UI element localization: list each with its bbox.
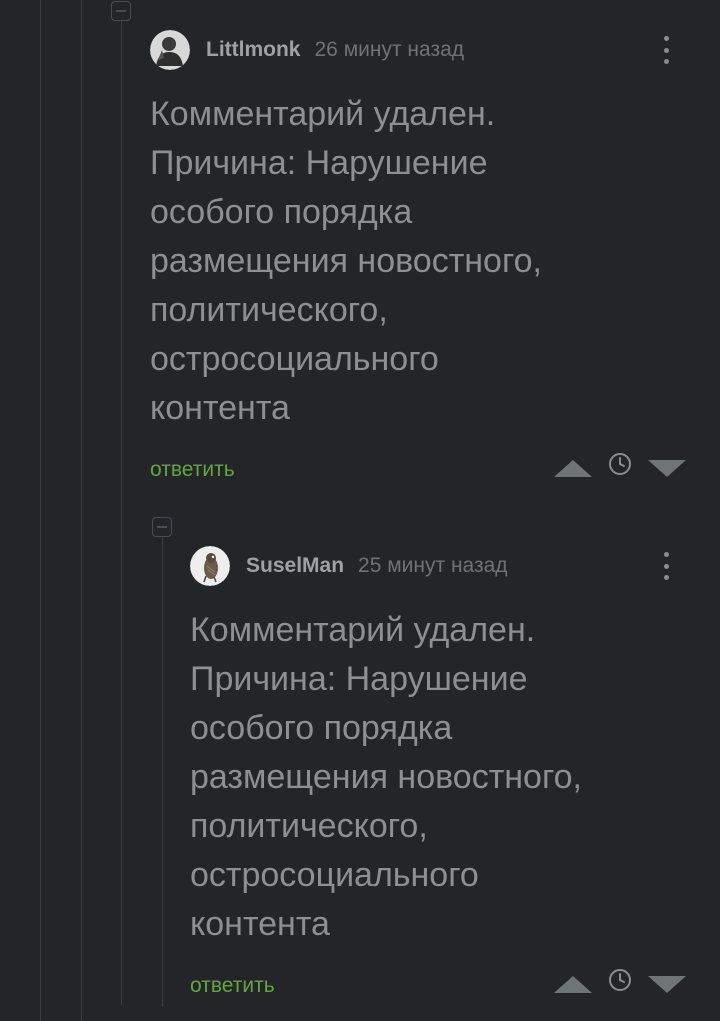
comment-actions (554, 452, 694, 486)
thread-line (121, 20, 122, 1005)
timestamp: 25 минут назад (358, 554, 508, 577)
thread-line (81, 0, 82, 1021)
username[interactable]: Littlmonk (206, 38, 301, 62)
thread-line (40, 0, 41, 1021)
vote-up-icon[interactable] (554, 976, 592, 993)
reply-link[interactable]: ответить (190, 974, 275, 998)
more-options-icon[interactable] (656, 34, 676, 66)
collapse-thread-button[interactable] (152, 517, 172, 537)
comment: Littlmonk 26 минут назад Комментарий уда… (150, 30, 690, 500)
vote-down-icon[interactable] (648, 976, 686, 993)
reply-link[interactable]: ответить (150, 458, 235, 482)
clock-icon[interactable] (608, 968, 632, 992)
more-options-icon[interactable] (656, 550, 676, 582)
comment-text: Комментарий удален. Причина: Нарушение о… (150, 95, 542, 427)
comment-actions (554, 968, 694, 1002)
collapse-thread-button[interactable] (111, 1, 131, 21)
comment-header: Littlmonk 26 минут назад (150, 30, 464, 70)
vote-down-icon[interactable] (648, 460, 686, 477)
timestamp: 26 минут назад (314, 38, 465, 61)
comment: SuselMan 25 минут назад Комментарий удал… (190, 546, 690, 1016)
avatar-bird-icon[interactable] (190, 546, 230, 586)
vote-up-icon[interactable] (554, 460, 592, 477)
username[interactable]: SuselMan (246, 554, 344, 578)
avatar-user-icon[interactable] (150, 30, 190, 70)
thread-line (162, 537, 163, 1007)
comment-text: Комментарий удален. Причина: Нарушение о… (190, 611, 582, 943)
comment-header: SuselMan 25 минут назад (190, 546, 508, 586)
clock-icon[interactable] (608, 452, 632, 476)
